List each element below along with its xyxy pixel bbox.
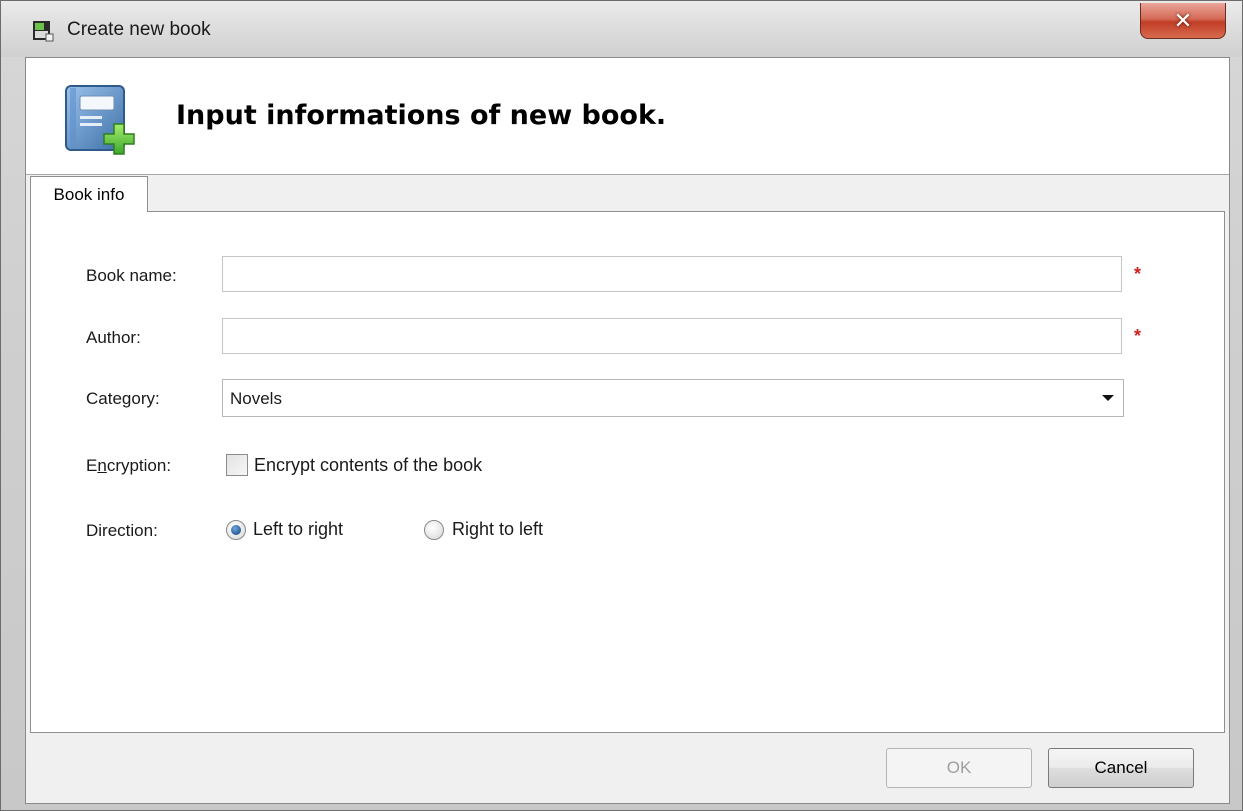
close-icon: ✕: [1173, 7, 1193, 33]
cancel-button[interactable]: Cancel: [1048, 748, 1194, 788]
book-name-label: Book name:: [86, 266, 177, 285]
radio-left-to-right[interactable]: [226, 520, 246, 540]
header-panel: Input informations of new book.: [26, 58, 1229, 175]
author-input[interactable]: [222, 318, 1122, 354]
book-add-icon: [65, 85, 135, 155]
window-title: Create new book: [67, 19, 211, 40]
ok-button[interactable]: OK: [886, 748, 1032, 788]
radio-left-to-right-label[interactable]: Left to right: [253, 519, 343, 540]
dropdown-arrow-icon[interactable]: [1102, 395, 1114, 401]
title-bar[interactable]: Create new book ✕: [1, 1, 1242, 57]
direction-label: Direction:: [86, 521, 158, 540]
encryption-label: Encryption:: [86, 456, 172, 475]
radio-right-to-left[interactable]: [424, 520, 444, 540]
category-select[interactable]: Novels: [222, 379, 1124, 417]
encrypt-checkbox[interactable]: [226, 454, 248, 476]
tab-label: Book info: [53, 184, 125, 204]
required-marker: *: [1134, 326, 1142, 346]
author-label: Author:: [86, 328, 141, 347]
radio-right-to-left-label[interactable]: Right to left: [452, 519, 543, 540]
category-label: Category:: [86, 389, 160, 408]
encrypt-checkbox-label[interactable]: Encrypt contents of the book: [254, 455, 482, 476]
book-info-panel: Book name: * Author: * Category: Novels …: [30, 211, 1225, 733]
close-button[interactable]: ✕: [1140, 3, 1226, 39]
dialog-body: Input informations of new book. Book inf…: [25, 57, 1230, 804]
tab-book-info[interactable]: Book info: [30, 176, 148, 212]
header-title: Input informations of new book.: [176, 100, 667, 131]
app-icon: [33, 21, 54, 42]
book-name-input[interactable]: [222, 256, 1122, 292]
create-book-dialog: Create new book ✕ Input informations of …: [0, 0, 1243, 811]
category-value: Novels: [230, 389, 282, 408]
required-marker: *: [1134, 264, 1142, 284]
